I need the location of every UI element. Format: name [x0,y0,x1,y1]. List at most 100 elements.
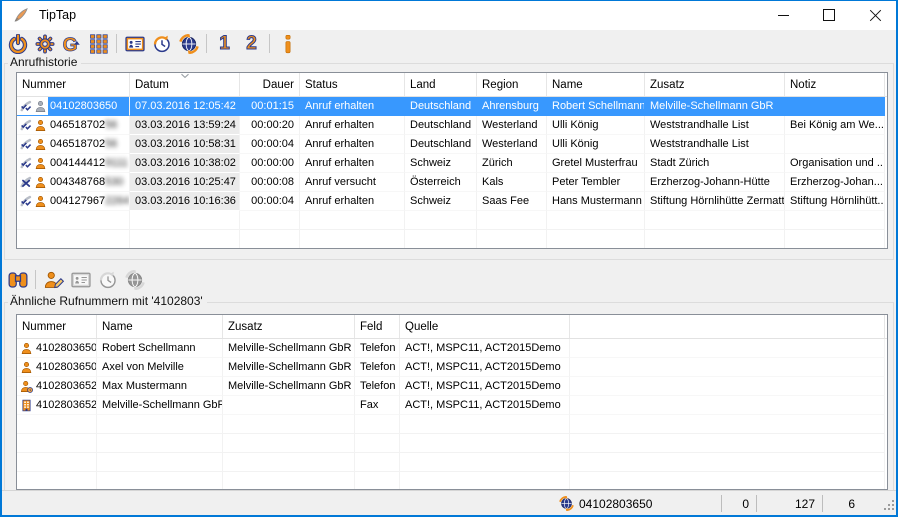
table-header: Nummer DatumDauerStatusLandRegionNameZusa… [17,73,887,97]
zusatz-cell: Melville-Schellmann GbR [223,377,355,396]
column-header-zusatz[interactable]: Zusatz [223,315,355,338]
line1-glyph: 1 [219,34,230,54]
phone-number-redacted: 2264 [105,195,129,207]
column-header-nummer[interactable]: Nummer [17,315,97,338]
call-history-row[interactable]: 0465187025603.03.2016 10:58:3100:00:04An… [17,135,887,154]
call-history-row[interactable]: 0465187025603.03.2016 13:59:2400:00:20An… [17,116,887,135]
call-history-row[interactable]: 00434876853003.03.2016 10:25:4700:00:08A… [17,173,887,192]
similar-toolbar [4,266,148,293]
line-2-button[interactable]: 2 [238,31,265,56]
statusbar: 04102803650 0 127 6 [0,490,898,516]
similar-number-row[interactable]: 4102803650Axel von MelvilleMelville-Sche… [17,358,887,377]
window-controls [760,0,898,30]
sort-desc-icon [180,73,190,79]
notiz-cell: Organisation und ... [785,154,885,173]
region-cell: Ahrensburg [477,97,547,116]
empty-cell [785,230,885,249]
maximize-button[interactable] [806,0,852,30]
info-button[interactable] [274,31,301,56]
person-gray-icon [34,100,47,113]
column-header-notiz[interactable]: Notiz [785,73,885,96]
empty-history-row [17,230,887,249]
region-cell: Kals [477,173,547,192]
column-header-name[interactable]: Name [97,315,223,338]
toolbar-separator [206,34,207,53]
column-header-label: Nummer [22,79,66,91]
settings-gear-icon [35,34,55,54]
similar-numbers-table: NummerNameZusatzFeldQuelle4102803650Robe… [16,314,888,490]
notiz-cell: Stiftung Hörnlihütt... [785,192,885,211]
name-cell: Max Mustermann [97,377,223,396]
phone-number-redacted: 9111 [105,157,128,169]
power-icon [8,34,28,54]
resize-grip[interactable] [879,496,895,512]
close-button[interactable] [852,0,898,30]
person-icon [34,138,47,151]
statusbar-counter-1: 0 [722,497,756,511]
similar-number-row[interactable]: 4102803650Robert SchellmannMelville-Sche… [17,339,887,358]
zusatz-cell: Melville-Schellmann GbR [223,339,355,358]
column-header-name[interactable]: Name [547,73,645,96]
similar-number-row[interactable]: 41028036520Max MustermannMelville-Schell… [17,377,887,396]
datum-cell: 03.03.2016 10:16:36 [130,192,240,211]
phone-number-redacted: 56 [105,119,117,131]
status-cell: Anruf erhalten [300,192,405,211]
empty-cell [97,415,223,434]
empty-cell [240,211,300,230]
dialpad-button[interactable] [85,31,112,56]
call-history-row[interactable]: 004144412911103.03.2016 10:38:0200:00:00… [17,154,887,173]
g-redial-button[interactable]: G [58,31,85,56]
column-header-quelle[interactable]: Quelle [400,315,570,338]
similar-number-row[interactable]: 41028036520Melville-Schellmann GbRFaxACT… [17,396,887,415]
contact-edit-button[interactable] [40,267,67,292]
column-header-datum[interactable]: Datum [130,73,240,96]
filler-cell [570,377,885,396]
column-header-status[interactable]: Status [300,73,405,96]
settings-button[interactable] [31,31,58,56]
land-cell: Deutschland [405,97,477,116]
nummer-cell: 04651870256 [17,135,130,154]
titlebar[interactable]: TipTap [0,0,898,30]
column-header-nummer[interactable]: Nummer [17,73,130,96]
sync-button[interactable] [175,31,202,56]
filler-cell [570,339,885,358]
search-button[interactable] [4,267,31,292]
line-1-button[interactable]: 1 [211,31,238,56]
similar-group-label: Ähnliche Rufnummern mit '4102803' [8,294,207,308]
empty-cell [97,472,223,490]
name-cell: Melville-Schellmann GbR [97,396,223,415]
land-cell: Österreich [405,173,477,192]
phone-number: 04651870256 [48,116,129,135]
call-answered-icon [20,138,33,151]
person-badge-icon [20,380,33,393]
empty-similar-row [17,472,887,490]
empty-cell [223,434,355,453]
column-header-filler[interactable] [570,315,885,338]
land-cell: Schweiz [405,154,477,173]
contact-card-button[interactable] [121,31,148,56]
filler-cell [570,358,885,377]
call-history-row[interactable]: 0410280365007.03.2016 12:05:4200:01:15An… [17,97,887,116]
empty-cell [400,472,570,490]
call-history-row[interactable]: 004127967226403.03.2016 10:16:3600:00:04… [17,192,887,211]
g-logo-icon: G [62,34,82,54]
empty-cell [223,472,355,490]
column-header-land[interactable]: Land [405,73,477,96]
power-button[interactable] [4,31,31,56]
person-icon [34,119,47,132]
minimize-button[interactable] [760,0,806,30]
nummer-cell: 04102803650 [17,97,130,116]
call-history-button[interactable] [148,31,175,56]
phone-number-visible: 004348768 [50,176,105,188]
column-header-feld[interactable]: Feld [355,315,400,338]
empty-cell [17,472,97,490]
empty-cell [17,230,130,249]
column-header-zusatz[interactable]: Zusatz [645,73,785,96]
call-answered-icon [20,157,33,170]
region-cell: Zürich [477,154,547,173]
contact-card-button [67,267,94,292]
column-header-region[interactable]: Region [477,73,547,96]
column-header-dauer[interactable]: Dauer [240,73,300,96]
empty-cell [97,434,223,453]
datum-cell: 03.03.2016 10:38:02 [130,154,240,173]
